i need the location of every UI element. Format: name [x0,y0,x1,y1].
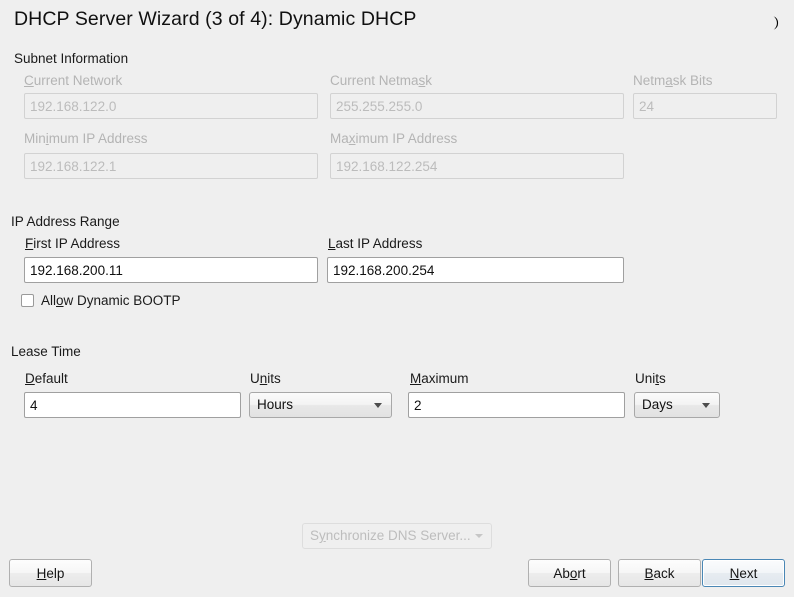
lease-default-units-value: Hours [257,393,293,417]
minimum-ip-address-input [24,153,318,179]
lease-default-units-label: Units [250,371,281,386]
lease-maximum-units-label: Units [635,371,666,386]
netmask-bits-label: Netmask Bits [633,73,713,88]
current-network-label: Current Network [24,73,122,88]
first-ip-address-input[interactable] [24,257,318,283]
lease-maximum-units-select[interactable]: Days [634,392,720,418]
lease-default-label: Default [25,371,68,386]
first-ip-address-label: First IP Address [25,236,120,251]
lease-maximum-units-value: Days [642,393,673,417]
synchronize-dns-server-label: Synchronize DNS Server... [310,524,471,548]
page-title: DHCP Server Wizard (3 of 4): Dynamic DHC… [14,8,417,31]
chevron-down-icon [475,534,483,538]
lease-maximum-label: Maximum [410,371,469,386]
current-network-input [24,93,318,119]
chevron-down-icon [702,403,710,408]
ip-address-range-group-label: IP Address Range [11,214,120,229]
minimum-ip-address-label: Minimum IP Address [24,131,148,146]
next-button[interactable]: Next [702,559,785,587]
current-netmask-input [330,93,624,119]
help-button[interactable]: Help [9,559,92,587]
allow-dynamic-bootp-checkbox[interactable] [21,294,34,307]
chevron-down-icon [374,403,382,408]
allow-dynamic-bootp-label: Allow Dynamic BOOTP [41,293,181,308]
lease-time-group-label: Lease Time [11,344,81,359]
lease-default-units-select[interactable]: Hours [249,392,392,418]
netmask-bits-input [633,93,777,119]
back-button[interactable]: Back [618,559,701,587]
allow-dynamic-bootp-checkbox-row[interactable]: Allow Dynamic BOOTP [21,291,181,309]
current-netmask-label: Current Netmask [330,73,432,88]
last-ip-address-input[interactable] [327,257,624,283]
maximum-ip-address-input [330,153,624,179]
subnet-information-group-label: Subnet Information [14,51,128,66]
lease-default-input[interactable] [24,392,241,418]
window-titlebar: DHCP Server Wizard (3 of 4): Dynamic DHC… [0,0,794,44]
crescent-moon-icon[interactable] [756,9,784,37]
maximum-ip-address-label: Maximum IP Address [330,131,457,146]
lease-maximum-input[interactable] [408,392,625,418]
abort-button[interactable]: Abort [528,559,611,587]
synchronize-dns-server-button: Synchronize DNS Server... [302,523,492,549]
last-ip-address-label: Last IP Address [328,236,422,251]
